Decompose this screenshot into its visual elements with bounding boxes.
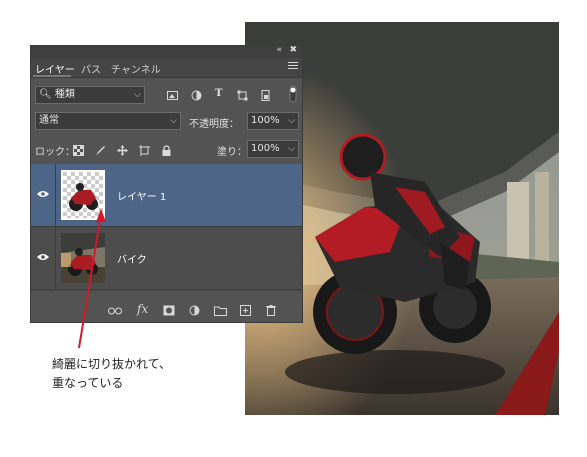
- annotation-text: 綺麗に切り抜かれて、 重なっている: [52, 355, 171, 393]
- annotation-line-1: 綺麗に切り抜かれて、: [52, 357, 172, 371]
- annotation-line-2: 重なっている: [52, 376, 124, 390]
